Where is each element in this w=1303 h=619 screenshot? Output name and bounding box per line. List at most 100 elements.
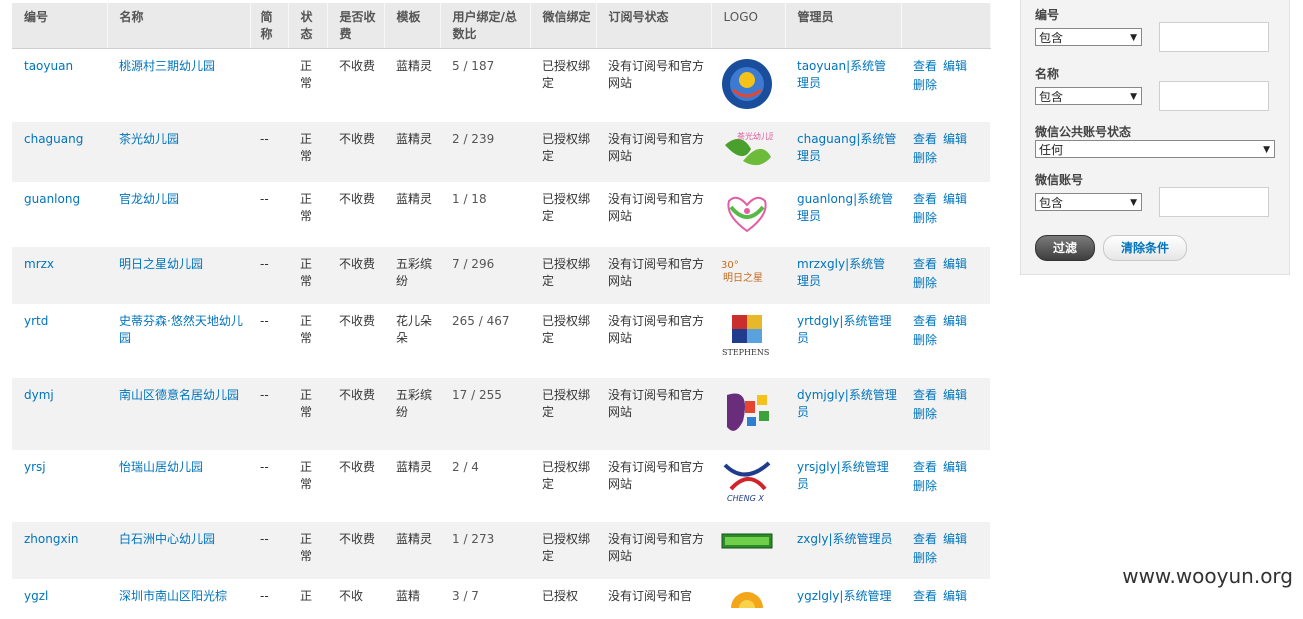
school-name-link[interactable]: 官龙幼儿园 — [119, 192, 179, 206]
col-header-status[interactable]: 状态 — [288, 3, 328, 49]
table-header-row: 编号 名称 简称 状态 是否收费 模板 用户绑定/总数比 微信绑定 订阅号状态 … — [12, 3, 991, 49]
actions-cell: 查看 编辑删除 — [901, 304, 990, 378]
delete-link[interactable]: 删除 — [913, 332, 980, 349]
edit-link[interactable]: 编辑 — [943, 532, 967, 546]
school-id-link[interactable]: guanlong — [24, 192, 80, 206]
filter-button[interactable]: 过滤 — [1035, 235, 1095, 261]
filter-id-input[interactable] — [1159, 22, 1269, 52]
col-header-subscription[interactable]: 订阅号状态 — [596, 3, 712, 49]
admin-link[interactable]: yrsjgly|系统管理员 — [797, 460, 889, 491]
template-cell: 蓝精 — [384, 579, 440, 619]
col-header-actions — [901, 3, 991, 49]
col-header-short[interactable]: 简称 — [250, 3, 289, 49]
col-header-fee[interactable]: 是否收费 — [327, 3, 385, 49]
actions-cell: 查看 编辑 — [901, 579, 990, 619]
col-header-name[interactable]: 名称 — [107, 3, 251, 49]
filter-wechat-status-label: 微信公共账号状态 — [1035, 125, 1132, 139]
school-id-link[interactable]: dymj — [24, 388, 54, 402]
filter-id-operator-select[interactable]: 包含 ▼ — [1035, 28, 1142, 46]
actions-cell: 查看 编辑删除 — [901, 378, 990, 450]
school-name-link[interactable]: 茶光幼儿园 — [119, 132, 179, 146]
delete-link[interactable]: 删除 — [913, 550, 980, 567]
edit-link[interactable]: 编辑 — [943, 388, 967, 402]
view-link[interactable]: 查看 — [913, 192, 937, 206]
col-header-ratio[interactable]: 用户绑定/总数比 — [440, 3, 531, 49]
col-header-logo: LOGO — [711, 3, 786, 49]
chevron-down-icon: ▼ — [1130, 92, 1137, 102]
delete-link[interactable]: 删除 — [913, 150, 980, 167]
school-id-link[interactable]: yrtd — [24, 314, 48, 328]
col-header-wechat[interactable]: 微信绑定 — [530, 3, 597, 49]
view-link[interactable]: 查看 — [913, 589, 937, 603]
filter-panel: 编号 包含 ▼ 名称 包含 ▼ 微信公共账号状态 任何 ▼ 微信账号 包含 ▼ 过滤 清… — [1020, 0, 1290, 275]
filter-id-label: 编号 — [1035, 8, 1060, 22]
admin-link[interactable]: ygzlgly|系统管理 — [797, 589, 891, 603]
view-link[interactable]: 查看 — [913, 59, 937, 73]
view-link[interactable]: 查看 — [913, 314, 937, 328]
filter-wechat-account-label: 微信账号 — [1035, 173, 1084, 187]
delete-link[interactable]: 删除 — [913, 406, 980, 423]
admin-link[interactable]: guanlong|系统管理员 — [797, 192, 893, 223]
admin-link[interactable]: dymjgly|系统管理员 — [797, 388, 897, 419]
school-name-link[interactable]: 怡瑞山居幼儿园 — [119, 460, 203, 474]
watermark: www.wooyun.org — [1122, 564, 1293, 588]
view-link[interactable]: 查看 — [913, 132, 937, 146]
view-link[interactable]: 查看 — [913, 460, 937, 474]
school-id-link[interactable]: zhongxin — [24, 532, 79, 546]
admin-link[interactable]: mrzxgly|系统管理员 — [797, 257, 885, 288]
school-logo-image — [721, 588, 781, 619]
col-header-template[interactable]: 模板 — [384, 3, 441, 49]
edit-link[interactable]: 编辑 — [943, 59, 967, 73]
fee-cell: 不收费 — [327, 304, 384, 378]
edit-link[interactable]: 编辑 — [943, 257, 967, 271]
wechat-bind-cell: 已授权绑定 — [530, 122, 596, 182]
status-cell: 正常 — [288, 378, 327, 450]
school-name-link[interactable]: 南山区德意名居幼儿园 — [119, 388, 239, 402]
school-name-link[interactable]: 明日之星幼儿园 — [119, 257, 203, 271]
school-id-link[interactable]: chaguang — [24, 132, 83, 146]
view-link[interactable]: 查看 — [913, 388, 937, 402]
school-id-link[interactable]: mrzx — [24, 257, 54, 271]
edit-link[interactable]: 编辑 — [943, 132, 967, 146]
edit-link[interactable]: 编辑 — [943, 192, 967, 206]
school-name-link[interactable]: 史蒂芬森·悠然天地幼儿园 — [119, 314, 243, 345]
delete-link[interactable]: 删除 — [913, 210, 980, 227]
logo-cell — [711, 48, 785, 122]
chevron-down-icon: ▼ — [1263, 145, 1270, 155]
admin-link[interactable]: taoyuan|系统管理员 — [797, 59, 886, 90]
delete-link[interactable]: 删除 — [913, 478, 980, 495]
ratio-cell: 2 / 4 — [440, 450, 530, 522]
edit-link[interactable]: 编辑 — [943, 314, 967, 328]
filter-wechat-account-operator-select[interactable]: 包含 ▼ — [1035, 193, 1142, 211]
filter-wechat-status-select[interactable]: 任何 ▼ — [1035, 140, 1275, 158]
table-row: ygzl 深圳市南山区阳光棕 -- 正不收 蓝精 3 / 7 已授权 没有订阅号和官 ygzlg… — [12, 579, 990, 619]
filter-wechat-account-input[interactable] — [1159, 187, 1269, 217]
view-link[interactable]: 查看 — [913, 532, 937, 546]
clear-filter-button[interactable]: 清除条件 — [1103, 235, 1187, 261]
school-name-link[interactable]: 深圳市南山区阳光棕 — [119, 589, 227, 603]
school-id-link[interactable]: yrsj — [24, 460, 46, 474]
wechat-bind-cell: 已授权绑定 — [530, 48, 596, 122]
admin-link[interactable]: yrtdgly|系统管理员 — [797, 314, 891, 345]
col-header-admin[interactable]: 管理员 — [785, 3, 902, 49]
admin-link[interactable]: zxgly|系统管理员 — [797, 532, 893, 546]
filter-name-input[interactable] — [1159, 81, 1269, 111]
delete-link[interactable]: 删除 — [913, 77, 980, 94]
view-link[interactable]: 查看 — [913, 257, 937, 271]
edit-link[interactable]: 编辑 — [943, 460, 967, 474]
edit-link[interactable]: 编辑 — [943, 589, 967, 603]
col-header-id[interactable]: 编号 — [12, 3, 108, 49]
school-id-link[interactable]: taoyuan — [24, 59, 73, 73]
delete-link[interactable]: 删除 — [913, 275, 980, 292]
school-name-link[interactable]: 桃源村三期幼儿园 — [119, 59, 215, 73]
logo-cell — [711, 378, 785, 450]
school-name-link[interactable]: 白石洲中心幼儿园 — [119, 532, 215, 546]
admin-link[interactable]: chaguang|系统管理员 — [797, 132, 896, 163]
short-name-cell: -- — [250, 522, 288, 579]
school-id-link[interactable]: ygzl — [24, 589, 48, 603]
table-row: taoyuan 桃源村三期幼儿园 正常 不收费 蓝精灵 5 / 187 已授权绑定 没有订阅号… — [12, 48, 990, 122]
chevron-down-icon: ▼ — [1130, 198, 1137, 208]
filter-name-operator-select[interactable]: 包含 ▼ — [1035, 87, 1142, 105]
template-cell: 花儿朵朵 — [384, 304, 440, 378]
short-name-cell: -- — [250, 247, 288, 304]
